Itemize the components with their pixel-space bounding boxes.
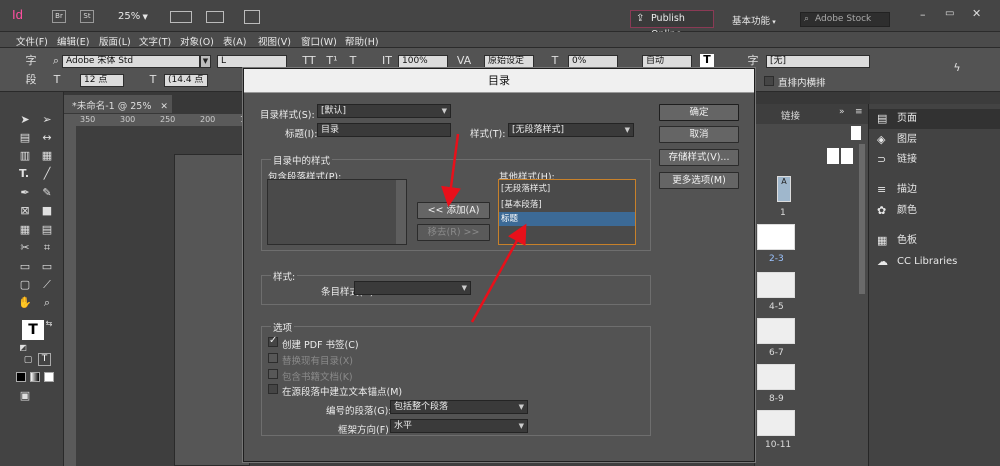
arrow-to-heading-style	[470, 223, 527, 323]
annotation-arrows	[441, 133, 527, 323]
arrow-to-add-button	[441, 133, 461, 207]
